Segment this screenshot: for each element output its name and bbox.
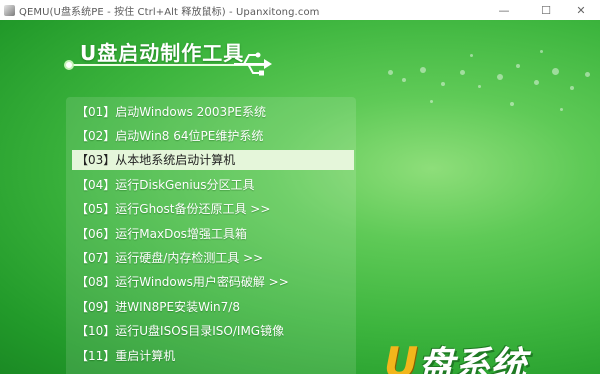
heading-dot [64, 60, 74, 70]
bokeh-dot [402, 78, 406, 82]
menu-item-06[interactable]: 【06】运行MaxDos增强工具箱 [72, 224, 354, 244]
bokeh-dot [441, 82, 445, 86]
upan-logo: U盘系统 [384, 336, 526, 374]
qemu-app-icon [4, 4, 15, 16]
close-button[interactable]: ✕ [562, 0, 600, 20]
bokeh-dot [585, 72, 590, 77]
bokeh-dot [420, 67, 426, 73]
window-titlebar: QEMU(U盘系统PE - 按住 Ctrl+Alt 释放鼠标) - Upanxi… [0, 0, 600, 20]
usb-icon [234, 52, 272, 76]
menu-item-07[interactable]: 【07】运行硬盘/内存检测工具 >> [72, 248, 354, 268]
bokeh-dot [470, 54, 473, 57]
logo-text: 盘系统 [418, 345, 527, 374]
bokeh-dot [540, 50, 543, 53]
bokeh-dot [552, 68, 559, 75]
menu-item-04[interactable]: 【04】运行DiskGenius分区工具 [72, 175, 354, 195]
maximize-button[interactable]: ☐ [527, 0, 565, 20]
minimize-button[interactable]: — [485, 0, 523, 20]
logo-u: U [384, 338, 419, 374]
menu-item-09[interactable]: 【09】进WIN8PE安装Win7/8 [72, 297, 354, 317]
bokeh-dot [516, 64, 520, 68]
boot-heading: U盘启动制作工具 [80, 41, 245, 65]
menu-item-02[interactable]: 【02】启动Win8 64位PE维护系统 [72, 126, 354, 146]
menu-item-11[interactable]: 【11】重启计算机 [72, 346, 354, 366]
bokeh-dot [560, 108, 563, 111]
bokeh-dot [388, 70, 393, 75]
menu-item-03-selected[interactable]: 【03】从本地系统启动计算机 [72, 150, 354, 170]
menu-item-10[interactable]: 【10】运行U盘ISOS目录ISO/IMG镜像 [72, 321, 354, 341]
bokeh-dot [534, 80, 539, 85]
bokeh-dot [510, 102, 514, 106]
menu-item-01[interactable]: 【01】启动Windows 2003PE系统 [72, 102, 354, 122]
menu-item-05[interactable]: 【05】运行Ghost备份还原工具 >> [72, 199, 354, 219]
menu-item-08[interactable]: 【08】运行Windows用户密码破解 >> [72, 272, 354, 292]
bokeh-dot [460, 70, 465, 75]
bokeh-dot [430, 100, 433, 103]
bokeh-dot [497, 74, 503, 80]
boot-screen: U盘启动制作工具 【01】启动Windows 2003PE系统 【02】启动Wi… [0, 20, 600, 374]
window-title: QEMU(U盘系统PE - 按住 Ctrl+Alt 释放鼠标) - Upanxi… [19, 6, 320, 18]
bokeh-dot [478, 85, 481, 88]
bokeh-dot [570, 86, 574, 90]
